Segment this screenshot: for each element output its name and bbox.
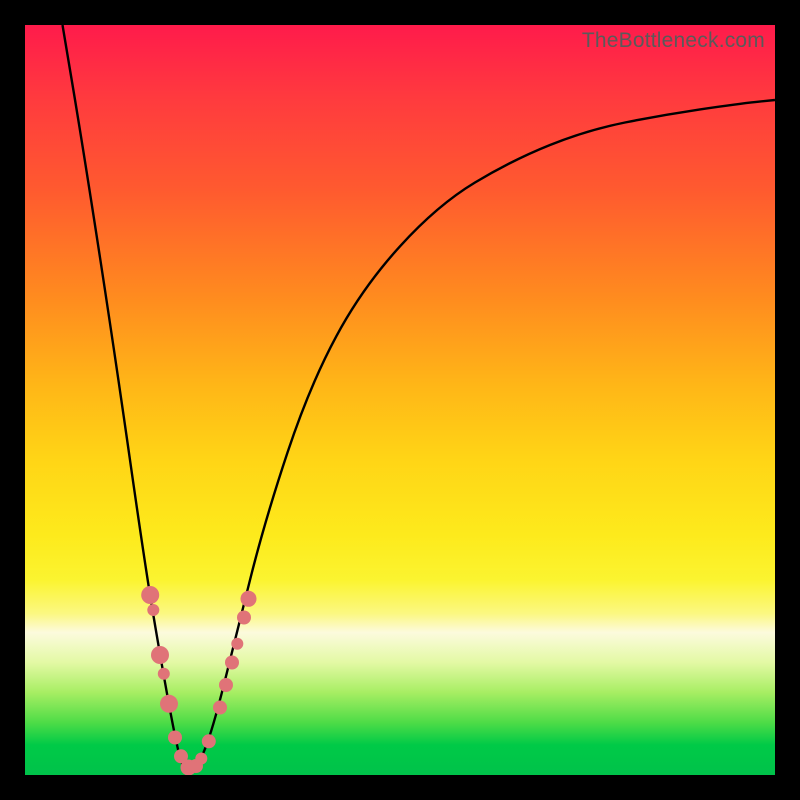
bead: [158, 668, 170, 680]
bead: [147, 604, 159, 616]
bead: [202, 734, 216, 748]
bottleneck-curve: [25, 25, 775, 775]
bead: [195, 753, 207, 765]
bead: [237, 611, 251, 625]
bead: [151, 646, 169, 664]
bead: [160, 695, 178, 713]
bead: [141, 586, 159, 604]
bead: [225, 656, 239, 670]
plot-frame: TheBottleneck.com: [25, 25, 775, 775]
bead: [213, 701, 227, 715]
bead: [168, 731, 182, 745]
curve-path: [63, 25, 776, 773]
bead: [241, 591, 257, 607]
bead: [231, 638, 243, 650]
bead-group: [141, 586, 256, 775]
bead: [219, 678, 233, 692]
